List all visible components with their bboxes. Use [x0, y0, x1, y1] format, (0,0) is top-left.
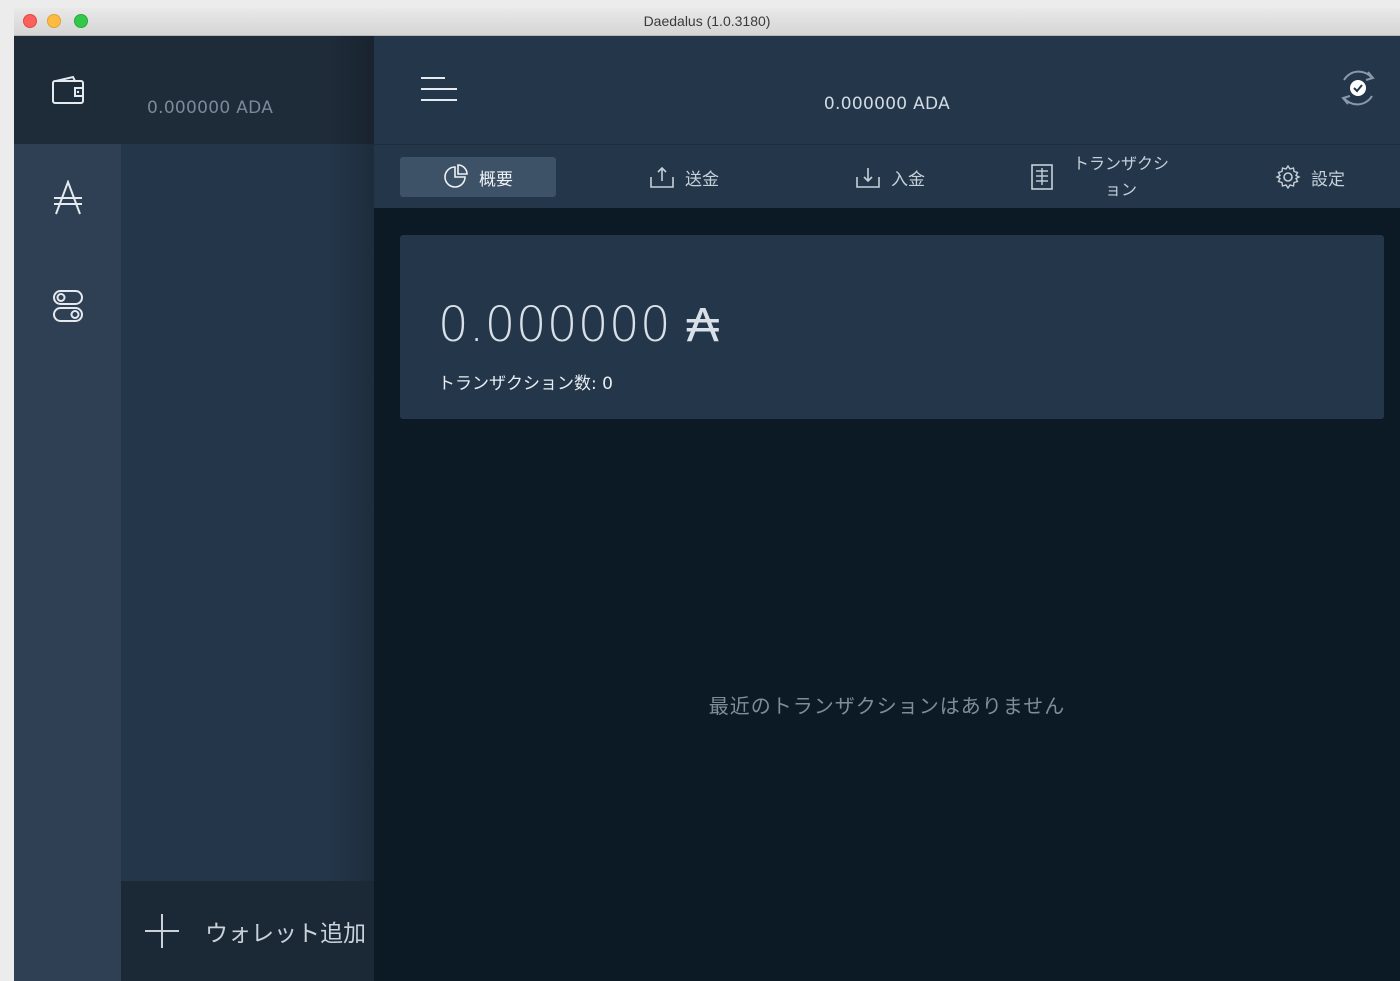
pie-chart-icon: [444, 164, 468, 188]
settings-toggle-icon: [52, 290, 83, 322]
wallet-tabs: 概要 送金 入金 トランザクシ ョン 設定: [374, 144, 1400, 208]
plus-icon: [145, 914, 179, 948]
tab-send[interactable]: 送金: [604, 157, 764, 197]
panel-shadow: [328, 36, 374, 981]
tab-settings[interactable]: 設定: [1250, 157, 1370, 197]
download-icon: [856, 168, 880, 188]
total-balance: 0.000000 ADA: [823, 94, 951, 114]
tab-transactions-label-line1: トランザクシ: [1072, 154, 1169, 173]
summary-card: 0.000000 ₳ トランザクション数: 0: [400, 235, 1384, 419]
wallet-icon: [51, 75, 84, 104]
ada-icon: [53, 180, 82, 215]
summary-amount: 0.000000 ₳: [438, 297, 719, 353]
transaction-count: トランザクション数: 0: [438, 374, 613, 394]
title-bar: Daedalus (1.0.3180): [14, 8, 1400, 36]
ada-symbol: ₳: [686, 297, 720, 353]
window-title: Daedalus (1.0.3180): [643, 13, 771, 29]
tab-settings-label: 設定: [1311, 169, 1345, 190]
sidebar-item-ada-redemption[interactable]: [14, 144, 121, 252]
tab-transactions[interactable]: トランザクシ ョン: [1014, 149, 1184, 205]
tab-transactions-label: トランザクシ ョン: [1073, 151, 1169, 203]
tab-summary[interactable]: 概要: [400, 157, 556, 197]
top-bar: 0.000000 ADA: [374, 36, 1400, 144]
tab-receive-label: 入金: [891, 169, 925, 190]
tab-receive[interactable]: 入金: [810, 157, 970, 197]
sidebar-rail: [14, 36, 121, 981]
sidebar-item-settings[interactable]: [14, 252, 121, 360]
wallets-panel: 0.000000 ADA ウォレット追加: [121, 36, 374, 981]
wallet-balance: 0.000000 ADA: [147, 98, 274, 118]
sync-status-icon[interactable]: [1336, 66, 1380, 110]
tab-transactions-label-line2: ョン: [1104, 180, 1137, 199]
tab-summary-label: 概要: [479, 169, 513, 190]
add-wallet-label: ウォレット追加: [205, 921, 366, 947]
upload-icon: [650, 166, 674, 188]
add-wallet-button[interactable]: ウォレット追加: [121, 881, 374, 981]
main-content: 0.000000 ADA 概要 送金 入金 トランザクシ ョン 設定 0.000…: [374, 36, 1400, 981]
gear-icon: [1275, 164, 1301, 190]
list-icon: [1031, 164, 1053, 190]
sidebar-item-wallets[interactable]: [14, 36, 121, 144]
empty-state-message: 最近のトランザクションはありません: [708, 694, 1066, 718]
summary-amount-value: 0.000000: [438, 297, 672, 353]
tab-send-label: 送金: [685, 169, 719, 190]
app-window: Daedalus (1.0.3180) 0.000000 ADA ウォレット追加…: [14, 8, 1400, 981]
